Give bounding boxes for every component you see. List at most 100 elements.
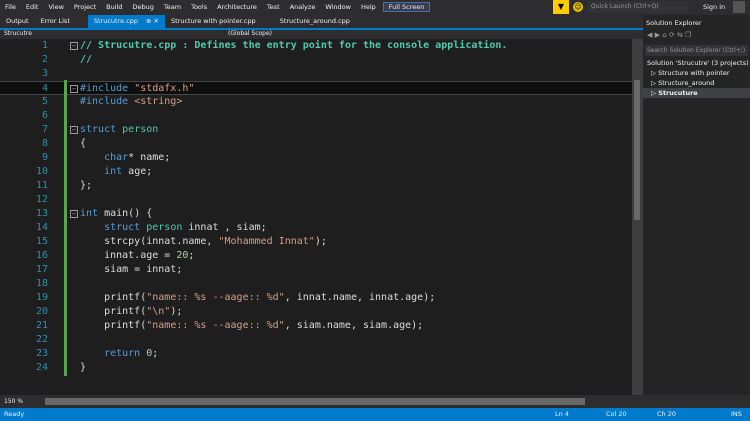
menu-architecture[interactable]: Architecture — [212, 3, 262, 11]
tab-label: Structure_around.cpp — [279, 17, 350, 25]
code-text: }; — [80, 179, 92, 193]
code-line: 20 printf("\n"); — [0, 305, 632, 319]
code-token: }; — [80, 180, 93, 191]
solution-explorer-title: Solution Explorer — [646, 19, 702, 27]
user-icon[interactable] — [733, 1, 745, 13]
line-number: 24 — [35, 362, 48, 373]
menu-help[interactable]: Help — [356, 3, 381, 11]
fold-toggle-icon[interactable]: − — [70, 42, 78, 50]
project-node[interactable]: ▷ Structure with pointer — [643, 68, 750, 78]
tab-pin-close-icons[interactable]: ⊕ ✕ — [146, 17, 159, 25]
status-col: Col 20 — [606, 410, 627, 418]
solution-explorer-toolbar[interactable]: ◀ ▶ ⌂ ⟳ ⇆ ❐ — [643, 31, 750, 43]
fold-toggle-icon[interactable]: − — [70, 210, 78, 218]
code-text: innat.age = 20; — [80, 249, 194, 263]
code-text: printf("\n"); — [80, 305, 182, 319]
code-token: ); — [170, 306, 183, 317]
code-token: <string> — [134, 96, 183, 107]
scrollbar-thumb[interactable] — [634, 80, 640, 220]
menu-build[interactable]: Build — [101, 3, 127, 11]
code-token: ; — [152, 348, 159, 359]
code-text: char* name; — [80, 151, 170, 165]
tab-1[interactable]: Error List — [35, 15, 76, 28]
solution-search-input[interactable]: Search Solution Explorer (Ctrl+;) — [645, 45, 748, 56]
code-token: return — [80, 348, 147, 359]
line-number: 9 — [41, 152, 48, 163]
code-text: siam = innat; — [80, 263, 182, 277]
line-number: 5 — [41, 96, 48, 107]
solution-node[interactable]: Solution 'Strucutre' (3 projects) — [643, 58, 750, 68]
menu-test[interactable]: Test — [262, 3, 285, 11]
hscroll-thumb[interactable] — [45, 398, 585, 405]
project-label: Structure_around — [658, 79, 715, 87]
line-number: 21 — [35, 320, 48, 331]
code-text: return 0; — [80, 347, 158, 361]
menu-window[interactable]: Window — [320, 3, 356, 11]
code-token: char — [80, 152, 129, 163]
code-token: innat , siam; — [188, 222, 267, 233]
project-node[interactable]: ▷ Strucuture — [643, 88, 750, 98]
solution-hscrollbar[interactable] — [643, 395, 750, 408]
navigation-bar: Strucutre (Global Scope) — [0, 28, 643, 39]
code-token: printf( — [80, 292, 147, 303]
line-number: 16 — [35, 250, 48, 261]
code-text: strcpy(innat.name, "Mohammed Innat"); — [80, 235, 327, 249]
quick-launch-input[interactable]: Quick Launch (Ctrl+Q) — [588, 1, 688, 13]
code-token: "name:: %s --aage:: %d" — [146, 292, 285, 303]
code-line: 4 − #include "stdafx.h" — [0, 81, 632, 95]
code-line: 2 // — [0, 53, 632, 67]
scope-dropdown[interactable]: (Global Scope) — [228, 30, 272, 37]
project-node[interactable]: ▷ Structure_around — [643, 78, 750, 88]
sign-in-link[interactable]: Sign in — [703, 3, 725, 11]
filter-icon[interactable]: ▼ — [553, 0, 569, 14]
menu-tools[interactable]: Tools — [186, 3, 212, 11]
menu-view[interactable]: View — [43, 3, 68, 11]
code-token: printf( — [80, 306, 147, 317]
code-token: // Strucutre.cpp : Defines the entry poi… — [80, 40, 508, 51]
code-text: int age; — [80, 165, 152, 179]
document-tabs: Output Error List Strucutre.cpp ⊕ ✕ Structur… — [0, 15, 643, 28]
feedback-smiley-icon[interactable]: ☺ — [573, 2, 583, 12]
code-token: { — [80, 138, 87, 149]
code-token: struct — [80, 124, 123, 135]
line-number: 19 — [35, 292, 48, 303]
code-token: int — [80, 208, 105, 219]
code-line: 23 return 0; — [0, 347, 632, 361]
fold-toggle-icon[interactable]: − — [70, 85, 78, 93]
fold-toggle-icon[interactable]: − — [70, 126, 78, 134]
code-editor[interactable]: 1−// Strucutre.cpp : Defines the entry p… — [0, 39, 632, 395]
tab-2[interactable]: Strucutre.cpp ⊕ ✕ — [87, 15, 165, 28]
menu-project[interactable]: Project — [69, 3, 101, 11]
status-ready: Ready — [4, 410, 25, 418]
code-token: "\n" — [146, 306, 171, 317]
project-dropdown[interactable]: Strucutre — [4, 30, 32, 37]
code-line: 13 − int main() { — [0, 207, 632, 221]
tab-3[interactable]: Structure with pointer.cpp — [165, 15, 262, 28]
tab-4[interactable]: Structure_around.cpp — [274, 15, 356, 28]
full-screen-button[interactable]: Full Screen — [382, 2, 431, 12]
code-text: { — [80, 137, 86, 151]
menu-analyze[interactable]: Analyze — [285, 3, 321, 11]
tab-0[interactable]: Output — [0, 15, 35, 28]
code-line: 14 struct person innat , siam; — [0, 221, 632, 235]
menu-file[interactable]: File — [0, 3, 21, 11]
zoom-level[interactable]: 150 % — [4, 398, 23, 405]
code-token: person — [146, 222, 189, 233]
code-token: "name:: %s --aage:: %d" — [146, 320, 285, 331]
line-number: 2 — [41, 54, 48, 65]
line-number: 18 — [35, 278, 48, 289]
code-text: printf("name:: %s --aage:: %d", innat.na… — [80, 291, 435, 305]
menu-debug[interactable]: Debug — [128, 3, 159, 11]
code-token: person — [122, 124, 159, 135]
solution-explorer: Solution Explorer ◀ ▶ ⌂ ⟳ ⇆ ❐ Search Sol… — [643, 15, 750, 395]
code-token: ; — [188, 250, 195, 261]
menu-edit[interactable]: Edit — [21, 3, 44, 11]
line-number: 10 — [35, 166, 48, 177]
line-number: 8 — [41, 138, 48, 149]
tab-label: Error List — [40, 17, 70, 25]
code-line: 16 innat.age = 20; — [0, 249, 632, 263]
menu-team[interactable]: Team — [159, 3, 186, 11]
code-token: int — [80, 166, 123, 177]
tab-label: Output — [6, 17, 29, 25]
code-text: // Strucutre.cpp : Defines the entry poi… — [80, 39, 507, 53]
